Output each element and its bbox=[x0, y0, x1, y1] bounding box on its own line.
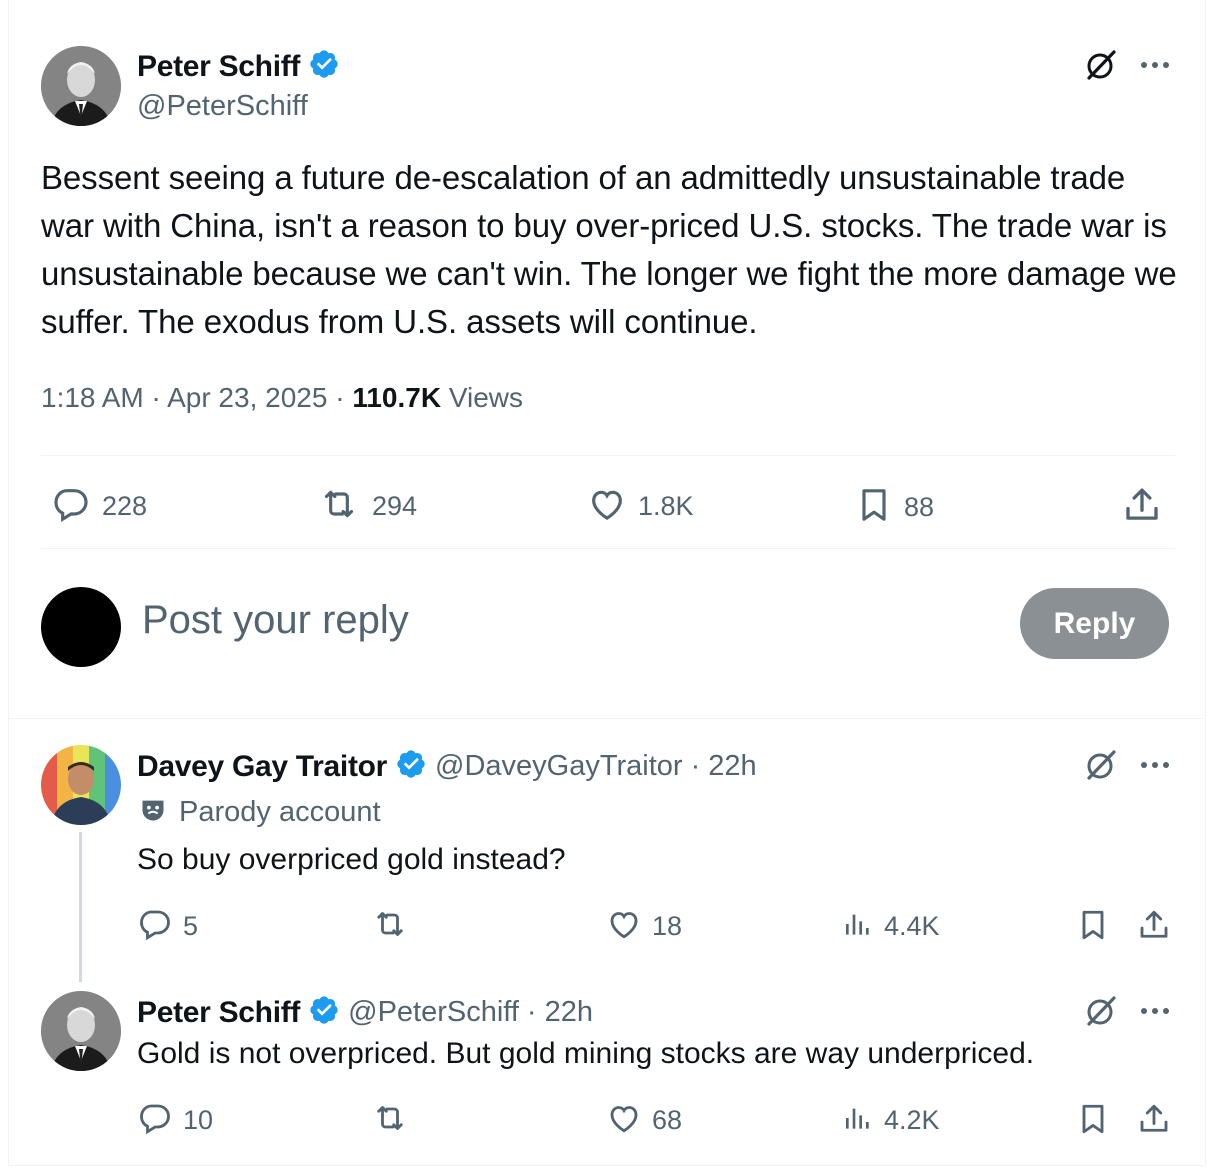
meta-separator: · bbox=[690, 750, 701, 782]
verified-badge-icon bbox=[395, 748, 427, 785]
more-icon[interactable] bbox=[1136, 50, 1174, 80]
grok-icon[interactable] bbox=[1082, 746, 1120, 784]
reply-time[interactable]: 22h bbox=[545, 996, 593, 1029]
reply-author-name[interactable]: Peter Schiff bbox=[137, 996, 300, 1030]
more-icon[interactable] bbox=[1136, 750, 1174, 780]
divider bbox=[41, 455, 1175, 456]
views-icon bbox=[842, 1100, 874, 1141]
share-icon bbox=[1121, 484, 1163, 531]
like-icon bbox=[586, 484, 628, 529]
bookmark-action[interactable] bbox=[1075, 906, 1111, 949]
verified-badge-icon bbox=[308, 994, 340, 1031]
reply-time[interactable]: 22h bbox=[708, 750, 756, 783]
my-avatar bbox=[41, 587, 121, 667]
reply-button[interactable]: Reply bbox=[1020, 588, 1169, 659]
reply-count: 5 bbox=[183, 911, 199, 941]
repost-action[interactable]: 294 bbox=[316, 484, 417, 529]
post-date[interactable]: Apr 23, 2025 bbox=[167, 382, 327, 413]
views-action[interactable]: 4.4K bbox=[842, 906, 940, 947]
divider bbox=[41, 548, 1175, 549]
bookmark-action[interactable] bbox=[1075, 1100, 1111, 1143]
reply-icon bbox=[137, 1100, 173, 1141]
share-icon bbox=[1136, 1100, 1172, 1143]
reply-action[interactable]: 5 bbox=[137, 906, 198, 947]
reply-author-handle[interactable]: @DaveyGayTraitor bbox=[435, 750, 683, 783]
reply-avatar[interactable] bbox=[41, 991, 121, 1071]
views-icon bbox=[842, 906, 874, 947]
verified-badge-icon bbox=[308, 48, 340, 85]
repost-icon bbox=[370, 1100, 410, 1141]
views-count: 4.4K bbox=[884, 911, 940, 941]
parody-mask-icon bbox=[139, 796, 167, 829]
meta-separator: · bbox=[526, 996, 537, 1028]
reply-action[interactable]: 228 bbox=[50, 484, 147, 529]
repost-icon bbox=[370, 906, 410, 947]
author-name[interactable]: Peter Schiff bbox=[137, 50, 300, 84]
repost-action[interactable] bbox=[370, 906, 410, 947]
like-icon bbox=[606, 906, 642, 947]
like-action[interactable]: 1.8K bbox=[586, 484, 694, 529]
post-text: Bessent seeing a future de-escalation of… bbox=[41, 159, 1177, 340]
views-action[interactable]: 4.2K bbox=[842, 1100, 940, 1141]
share-action[interactable] bbox=[1121, 484, 1163, 531]
like-count: 18 bbox=[652, 911, 683, 941]
reply-avatar[interactable] bbox=[41, 745, 121, 825]
thread-line bbox=[79, 832, 82, 982]
grok-icon[interactable] bbox=[1082, 992, 1120, 1030]
grok-icon[interactable] bbox=[1082, 46, 1120, 84]
like-action[interactable]: 68 bbox=[606, 1100, 682, 1141]
reply-count: 228 bbox=[102, 491, 148, 521]
share-action[interactable] bbox=[1136, 906, 1172, 949]
meta-separator: · bbox=[151, 382, 161, 413]
post-time[interactable]: 1:18 AM bbox=[41, 382, 144, 413]
share-action[interactable] bbox=[1136, 1100, 1172, 1143]
author-handle[interactable]: @PeterSchiff bbox=[137, 90, 308, 123]
share-icon bbox=[1136, 906, 1172, 949]
reply-author-handle[interactable]: @PeterSchiff bbox=[348, 996, 519, 1029]
reply-header: Peter Schiff @PeterSchiff · 22h bbox=[137, 994, 593, 1031]
parody-badge: Parody account bbox=[139, 796, 381, 829]
post-meta: 1:18 AM · Apr 23, 2025 · 110.7K Views bbox=[41, 382, 523, 414]
reply-input[interactable]: Post your reply bbox=[142, 598, 409, 643]
divider bbox=[8, 718, 1203, 719]
parody-label: Parody account bbox=[179, 796, 381, 828]
reply-text: Gold is not overpriced. But gold mining … bbox=[137, 1037, 1035, 1070]
author-avatar[interactable] bbox=[41, 46, 121, 126]
repost-action[interactable] bbox=[370, 1100, 410, 1141]
reply-author-name[interactable]: Davey Gay Traitor bbox=[137, 750, 387, 784]
more-icon[interactable] bbox=[1136, 996, 1174, 1026]
reply-count: 10 bbox=[183, 1105, 214, 1135]
repost-icon bbox=[316, 484, 362, 529]
meta-separator: · bbox=[335, 382, 345, 413]
reply-action[interactable]: 10 bbox=[137, 1100, 213, 1141]
bookmark-icon bbox=[1075, 906, 1111, 949]
like-icon bbox=[606, 1100, 642, 1141]
reply-text: So buy overpriced gold instead? bbox=[137, 843, 566, 876]
reply-header: Davey Gay Traitor @DaveyGayTraitor · 22h bbox=[137, 748, 757, 785]
views-label: Views bbox=[448, 382, 524, 413]
bookmark-icon bbox=[1075, 1100, 1111, 1143]
bookmark-action[interactable]: 88 bbox=[854, 484, 934, 531]
views-count: 110.7K bbox=[352, 382, 442, 413]
repost-count: 294 bbox=[372, 491, 418, 521]
reply-icon bbox=[50, 484, 92, 529]
views-count: 4.2K bbox=[884, 1105, 940, 1135]
author-name-row: Peter Schiff bbox=[137, 48, 340, 85]
like-count: 68 bbox=[652, 1105, 683, 1135]
reply-icon bbox=[137, 906, 173, 947]
bookmark-count: 88 bbox=[904, 492, 935, 522]
bookmark-icon bbox=[854, 484, 894, 531]
like-action[interactable]: 18 bbox=[606, 906, 682, 947]
like-count: 1.8K bbox=[638, 491, 694, 521]
